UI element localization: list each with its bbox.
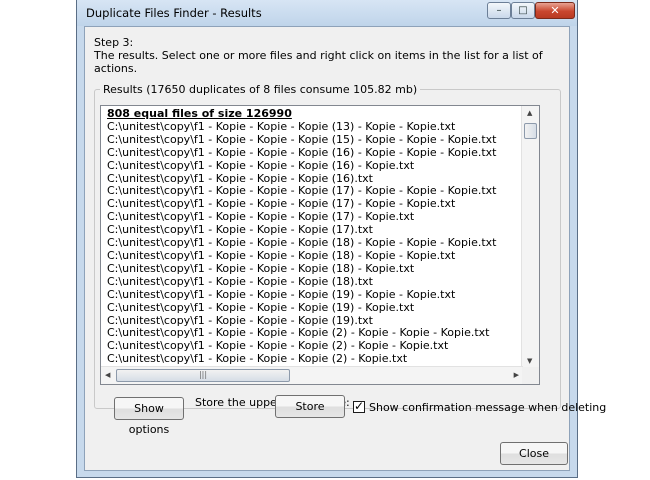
list-item[interactable]: C:\unitest\copy\f1 - Kopie - Kopie - Kop… — [107, 288, 521, 302]
vertical-scroll-thumb[interactable] — [524, 123, 537, 139]
step-description: The results. Select one or more files an… — [94, 49, 543, 75]
results-list-content: 808 equal files of size 126990 C:\unites… — [107, 107, 521, 379]
scroll-down-icon[interactable]: ▼ — [527, 357, 532, 365]
store-button[interactable]: Store — [275, 395, 345, 418]
minimize-icon: – — [496, 5, 502, 16]
show-options-button[interactable]: Show options — [114, 397, 184, 436]
step-instructions: Step 3: The results. Select one or more … — [94, 36, 569, 75]
close-window-button[interactable]: ✕ — [535, 2, 575, 19]
scroll-left-icon[interactable]: ◀ — [105, 371, 110, 379]
results-legend: Results (17650 duplicates of 8 files con… — [100, 83, 421, 96]
vertical-scrollbar[interactable]: ▲ ▼ — [521, 106, 539, 368]
check-icon: ✓ — [354, 399, 365, 413]
list-item[interactable]: C:\unitest\copy\f1 - Kopie - Kopie - Kop… — [107, 146, 521, 160]
list-item[interactable]: C:\unitest\copy\f1 - Kopie - Kopie - Kop… — [107, 301, 521, 315]
list-item[interactable]: C:\unitest\copy\f1 - Kopie - Kopie - Kop… — [107, 159, 521, 173]
close-button[interactable]: Close — [500, 442, 568, 465]
list-item[interactable]: C:\unitest\copy\f1 - Kopie - Kopie - Kop… — [107, 120, 521, 134]
minimize-button[interactable]: – — [487, 2, 511, 19]
client-area: Step 3: The results. Select one or more … — [84, 26, 606, 471]
confirmation-checkbox[interactable]: ✓ — [353, 399, 365, 413]
maximize-button[interactable]: □ — [511, 2, 535, 19]
confirmation-label[interactable]: Show confirmation message when deleting — [369, 401, 606, 414]
list-item[interactable]: C:\unitest\copy\f1 - Kopie - Kopie - Kop… — [107, 275, 521, 289]
list-item[interactable]: C:\unitest\copy\f1 - Kopie - Kopie - Kop… — [107, 249, 521, 263]
horizontal-scroll-thumb[interactable]: ||| — [116, 369, 290, 382]
list-item[interactable]: C:\unitest\copy\f1 - Kopie - Kopie - Kop… — [107, 133, 521, 147]
scrollbar-corner — [522, 367, 539, 384]
close-icon: ✕ — [550, 4, 560, 17]
step-heading: Step 3: — [94, 36, 134, 49]
window-title: Duplicate Files Finder - Results — [86, 6, 262, 20]
results-window: Duplicate Files Finder - Results – □ ✕ S… — [76, 0, 606, 478]
list-item[interactable]: C:\unitest\copy\f1 - Kopie - Kopie - Kop… — [107, 262, 521, 276]
results-list[interactable]: 808 equal files of size 126990 C:\unites… — [100, 105, 540, 385]
group-header[interactable]: 808 equal files of size 126990 — [107, 107, 521, 121]
maximize-icon: □ — [518, 5, 528, 16]
scroll-up-icon[interactable]: ▲ — [527, 109, 532, 117]
title-bar[interactable]: Duplicate Files Finder - Results – □ ✕ — [77, 0, 577, 26]
horizontal-scrollbar[interactable]: ◀ ||| ▶ — [101, 366, 523, 384]
scroll-right-icon[interactable]: ▶ — [514, 371, 519, 379]
